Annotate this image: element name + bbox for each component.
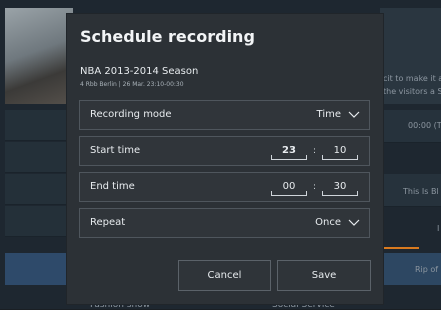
cancel-button[interactable]: Cancel — [178, 260, 271, 291]
guide-row[interactable] — [5, 110, 67, 141]
chevron-down-icon — [348, 219, 360, 226]
end-hour-value: 00 — [282, 181, 296, 192]
guide-row[interactable] — [5, 174, 67, 205]
guide-row[interactable] — [5, 206, 67, 237]
schedule-recording-dialog: Schedule recording NBA 2013-2014 Season … — [67, 14, 383, 304]
recording-mode-select[interactable]: Recording mode Time — [79, 100, 370, 130]
progress-indicator — [379, 247, 419, 249]
field-underline — [271, 155, 307, 160]
repeat-label: Repeat — [90, 217, 126, 228]
end-time-row: End time 00 : 30 — [79, 172, 370, 202]
repeat-value: Once — [315, 217, 341, 228]
end-minute-field[interactable]: 30 — [322, 178, 358, 198]
dialog-title: Schedule recording — [80, 27, 255, 46]
field-underline — [322, 191, 358, 196]
start-hour-field[interactable]: 23 — [271, 142, 307, 162]
program-subtitle: 4 Rbb Berlin | 26 Mar. 23:10-00:30 — [80, 81, 184, 88]
guide-description-line-1: cit to make it a — [383, 74, 441, 83]
guide-program-title: This Is Bl — [403, 187, 439, 196]
start-time-row: Start time 23 : 10 — [79, 136, 370, 166]
end-hour-field[interactable]: 00 — [271, 178, 307, 198]
start-minute-field[interactable]: 10 — [322, 142, 358, 162]
guide-letter: I — [437, 224, 440, 233]
save-button[interactable]: Save — [277, 260, 371, 291]
start-minute-value: 10 — [333, 145, 347, 156]
program-title: NBA 2013-2014 Season — [80, 66, 199, 77]
field-underline — [322, 155, 358, 160]
time-separator: : — [313, 146, 317, 156]
recording-mode-value: Time — [316, 109, 341, 120]
guide-description-line-2: the visitors a S — [383, 87, 441, 96]
time-separator: : — [313, 182, 317, 192]
start-time-label: Start time — [90, 145, 141, 156]
field-underline — [271, 191, 307, 196]
guide-selected-cell[interactable] — [5, 253, 67, 285]
guide-row[interactable] — [5, 142, 67, 173]
program-thumbnail — [5, 8, 73, 104]
recording-mode-label: Recording mode — [90, 109, 172, 120]
guide-program-title-2: Rip of — [415, 265, 439, 274]
end-time-label: End time — [90, 181, 135, 192]
chevron-down-icon — [348, 111, 360, 118]
start-hour-value: 23 — [282, 145, 296, 156]
end-minute-value: 30 — [333, 181, 347, 192]
guide-time: 00:00 (T — [408, 121, 441, 130]
repeat-select[interactable]: Repeat Once — [79, 208, 370, 238]
